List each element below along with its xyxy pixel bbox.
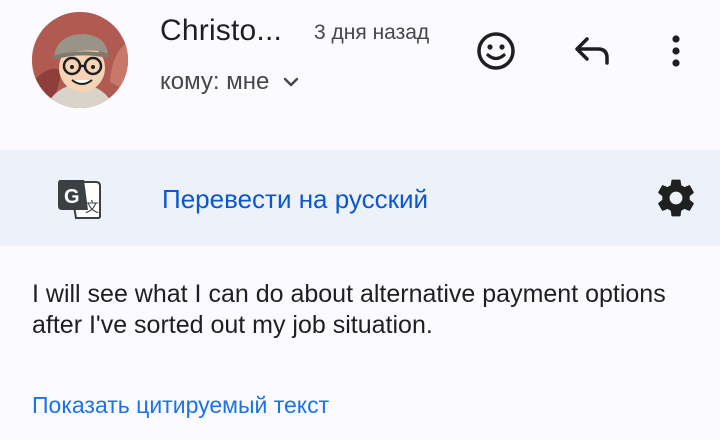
translate-settings-button[interactable]: [650, 172, 702, 224]
google-translate-icon: G 文: [58, 180, 101, 219]
email-view: Christo... 3 дня назад кому: мне G 文 Пер…: [0, 0, 720, 440]
timestamp: 3 дня назад: [314, 21, 430, 44]
avatar-illustration: [32, 12, 128, 108]
more-vert-icon: [672, 35, 680, 67]
reply-icon: [575, 37, 609, 65]
gear-icon: [658, 179, 694, 217]
recipient-details-toggle[interactable]: кому: мне: [160, 68, 301, 96]
chevron-down-icon: [284, 77, 299, 87]
svg-text:文: 文: [85, 200, 99, 216]
translate-link[interactable]: Перевести на русский: [162, 184, 428, 215]
more-options-button[interactable]: [650, 25, 702, 77]
sender-name[interactable]: Christo...: [160, 14, 282, 48]
reply-button[interactable]: [566, 25, 618, 77]
translate-banner: G 文 Перевести на русский: [0, 150, 720, 246]
add-reaction-button[interactable]: [470, 25, 522, 77]
smiley-icon: [477, 32, 515, 70]
show-quoted-text-link[interactable]: Показать цитируемый текст: [32, 392, 329, 419]
svg-text:G: G: [64, 186, 80, 208]
sender-avatar[interactable]: [32, 12, 128, 108]
message-body: I will see what I can do about alternati…: [32, 280, 666, 339]
recipient-label: кому: мне: [160, 68, 270, 95]
